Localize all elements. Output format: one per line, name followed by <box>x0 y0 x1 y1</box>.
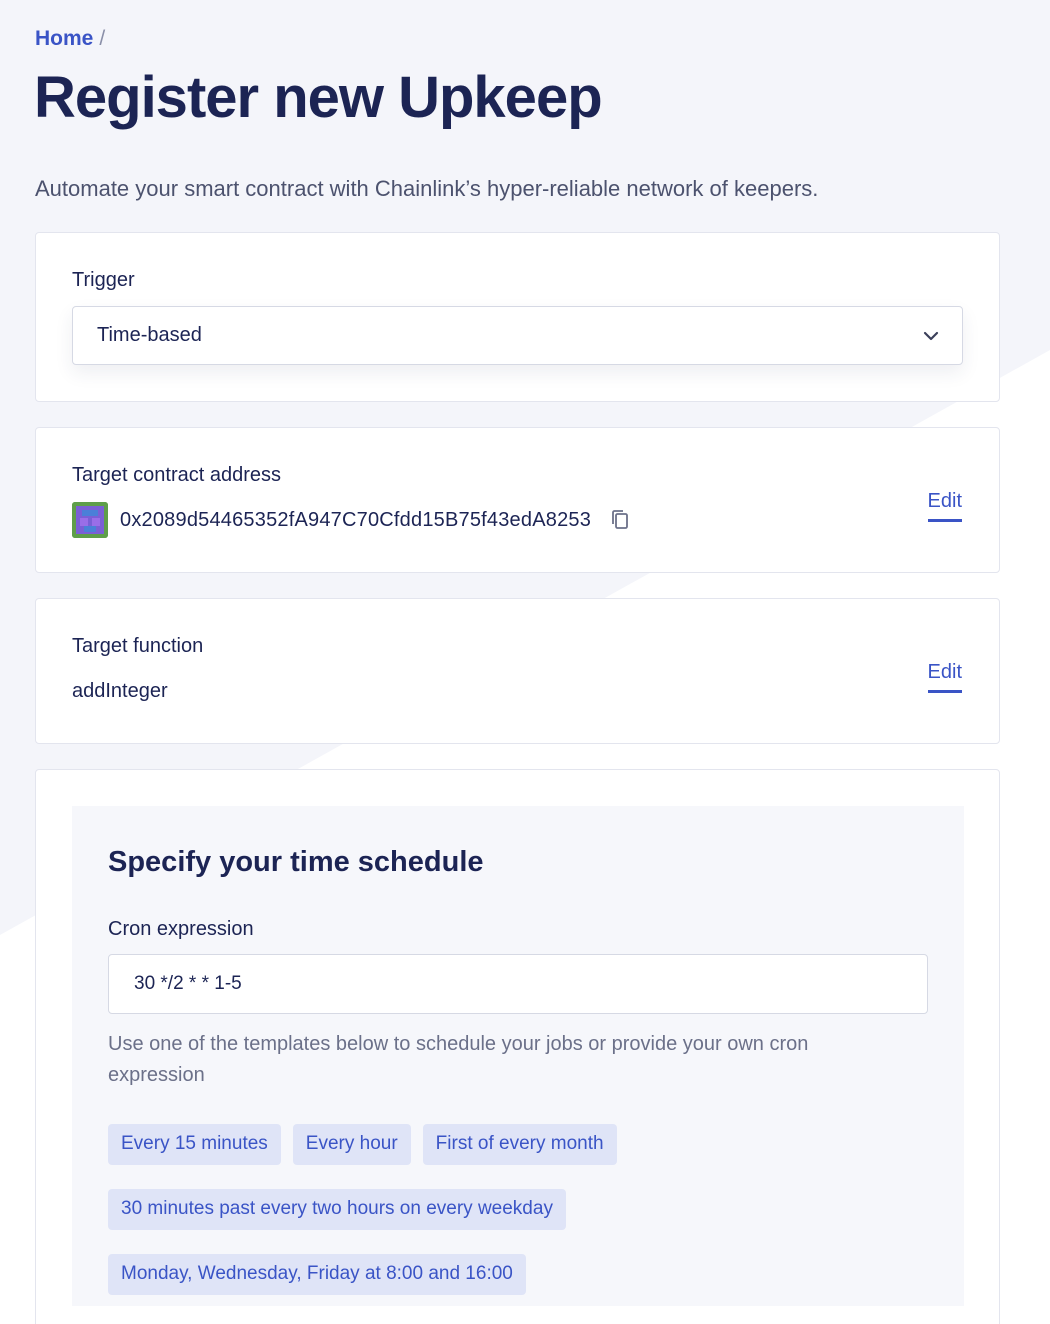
page-subtitle: Automate your smart contract with Chainl… <box>35 176 819 201</box>
breadcrumb-separator: / <box>99 27 106 50</box>
template-chip-first-of-every-month[interactable]: First of every month <box>422 1124 617 1165</box>
breadcrumb: Home / <box>35 27 105 51</box>
schedule-title: Specify your time schedule <box>108 846 484 878</box>
target-contract-label: Target contract address <box>72 464 281 486</box>
target-contract-card: Target contract address 0x2089d54465352f… <box>35 427 1000 573</box>
schedule-card: Specify your time schedule Cron expressi… <box>35 769 1000 1324</box>
trigger-label: Trigger <box>72 269 135 291</box>
copy-icon[interactable] <box>609 509 631 531</box>
template-chip-every-15-minutes[interactable]: Every 15 minutes <box>108 1124 281 1165</box>
trigger-card: Trigger Time-based <box>35 232 1000 402</box>
trigger-select[interactable]: Time-based <box>72 306 963 365</box>
trigger-selected-value: Time-based <box>97 324 202 346</box>
template-chips: Every 15 minutes Every hour First of eve… <box>108 1124 928 1295</box>
target-function-value: addInteger <box>72 680 168 702</box>
template-chip-mon-wed-fri[interactable]: Monday, Wednesday, Friday at 8:00 and 16… <box>108 1254 526 1295</box>
edit-target-function-button[interactable]: Edit <box>927 661 962 693</box>
contract-address-text: 0x2089d54465352fA947C70Cfdd15B75f43edA82… <box>120 508 592 531</box>
target-function-card: Target function addInteger Edit <box>35 598 1000 744</box>
contract-avatar <box>72 502 108 538</box>
target-function-label: Target function <box>72 635 204 657</box>
cron-expression-label: Cron expression <box>108 918 254 940</box>
page-title: Register new Upkeep <box>34 65 603 130</box>
cron-expression-input[interactable] <box>108 954 928 1014</box>
schedule-panel: Specify your time schedule Cron expressi… <box>72 806 964 1306</box>
template-chip-every-hour[interactable]: Every hour <box>292 1124 411 1165</box>
template-chip-weekday-every-two-hours[interactable]: 30 minutes past every two hours on every… <box>108 1189 566 1230</box>
breadcrumb-home-link[interactable]: Home <box>35 27 93 51</box>
chevron-down-icon <box>923 331 939 341</box>
cron-help-text: Use one of the templates below to schedu… <box>108 1033 809 1086</box>
page: Home / Register new Upkeep Automate your… <box>0 0 1050 1324</box>
edit-contract-address-button[interactable]: Edit <box>927 490 962 522</box>
contract-address-row: 0x2089d54465352fA947C70Cfdd15B75f43edA82… <box>72 502 631 538</box>
